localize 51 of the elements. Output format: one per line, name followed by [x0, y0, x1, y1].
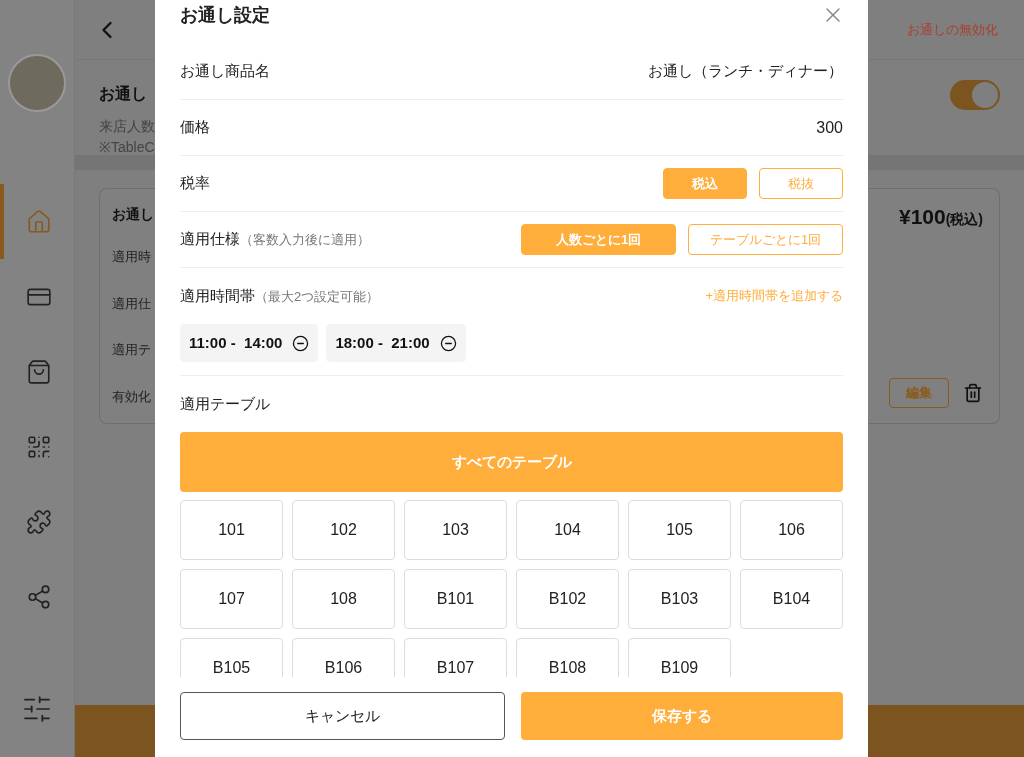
- table-button[interactable]: B108: [516, 638, 619, 677]
- field-note: （客数入力後に適用）: [240, 231, 370, 250]
- time-range: 11:00 - 14:00: [189, 332, 283, 353]
- field-label: お通し商品名: [180, 61, 270, 82]
- toggle-switch[interactable]: [950, 80, 1000, 110]
- field-label: 適用時間帯: [180, 285, 255, 306]
- settings-icon[interactable]: [21, 693, 53, 725]
- card-title: お通し: [112, 205, 155, 224]
- remove-icon[interactable]: [439, 334, 457, 352]
- home-icon: [26, 208, 52, 235]
- table-button[interactable]: B109: [628, 638, 731, 677]
- cancel-button[interactable]: キャンセル: [180, 692, 505, 740]
- price-text: ¥100: [898, 204, 946, 230]
- field-label: 税率: [180, 173, 210, 194]
- section-title: お通し: [99, 84, 148, 104]
- table-button[interactable]: 107: [180, 569, 283, 629]
- field-label: 適用テーブル: [180, 393, 270, 414]
- table-button[interactable]: B101: [404, 569, 507, 629]
- table-button[interactable]: B102: [516, 569, 619, 629]
- table-button[interactable]: 108: [292, 569, 395, 629]
- section-description: 来店人数: [99, 117, 155, 136]
- table-button[interactable]: 103: [404, 500, 507, 560]
- field-label: 適用仕様: [180, 229, 240, 250]
- table-button[interactable]: 105: [628, 500, 731, 560]
- qr-code-icon: [26, 433, 52, 460]
- bag-icon: [26, 358, 52, 385]
- section-note: ※TableC: [99, 138, 155, 157]
- table-button[interactable]: B104: [740, 569, 843, 629]
- table-button[interactable]: 106: [740, 500, 843, 560]
- field-value: お通し（ランチ・ディナー）: [648, 61, 843, 82]
- table-button[interactable]: B105: [180, 638, 283, 677]
- card-row-label: 適用テ: [112, 341, 152, 359]
- table-button[interactable]: B103: [628, 569, 731, 629]
- dialog-title: お通し設定: [180, 3, 270, 27]
- table-button[interactable]: B107: [404, 638, 507, 677]
- table-button[interactable]: B106: [292, 638, 395, 677]
- card-row-label: 適用仕: [112, 294, 152, 313]
- table-button[interactable]: 102: [292, 500, 395, 560]
- time-range: 18:00 - 21:00: [335, 332, 430, 353]
- network-icon: [26, 583, 52, 610]
- table-button[interactable]: 104: [516, 500, 619, 560]
- card-row-label: 有効化: [112, 387, 152, 406]
- trash-icon[interactable]: [963, 383, 983, 403]
- field-value: 300: [816, 117, 843, 138]
- table-button[interactable]: 101: [180, 500, 283, 560]
- price-suffix: (税込): [945, 211, 983, 229]
- card-row-label: 適用時: [112, 248, 152, 266]
- field-note: （最大2つ設定可能）: [255, 287, 380, 306]
- field-label: 価格: [180, 117, 210, 138]
- puzzle-icon: [26, 508, 52, 535]
- remove-icon[interactable]: [292, 334, 310, 352]
